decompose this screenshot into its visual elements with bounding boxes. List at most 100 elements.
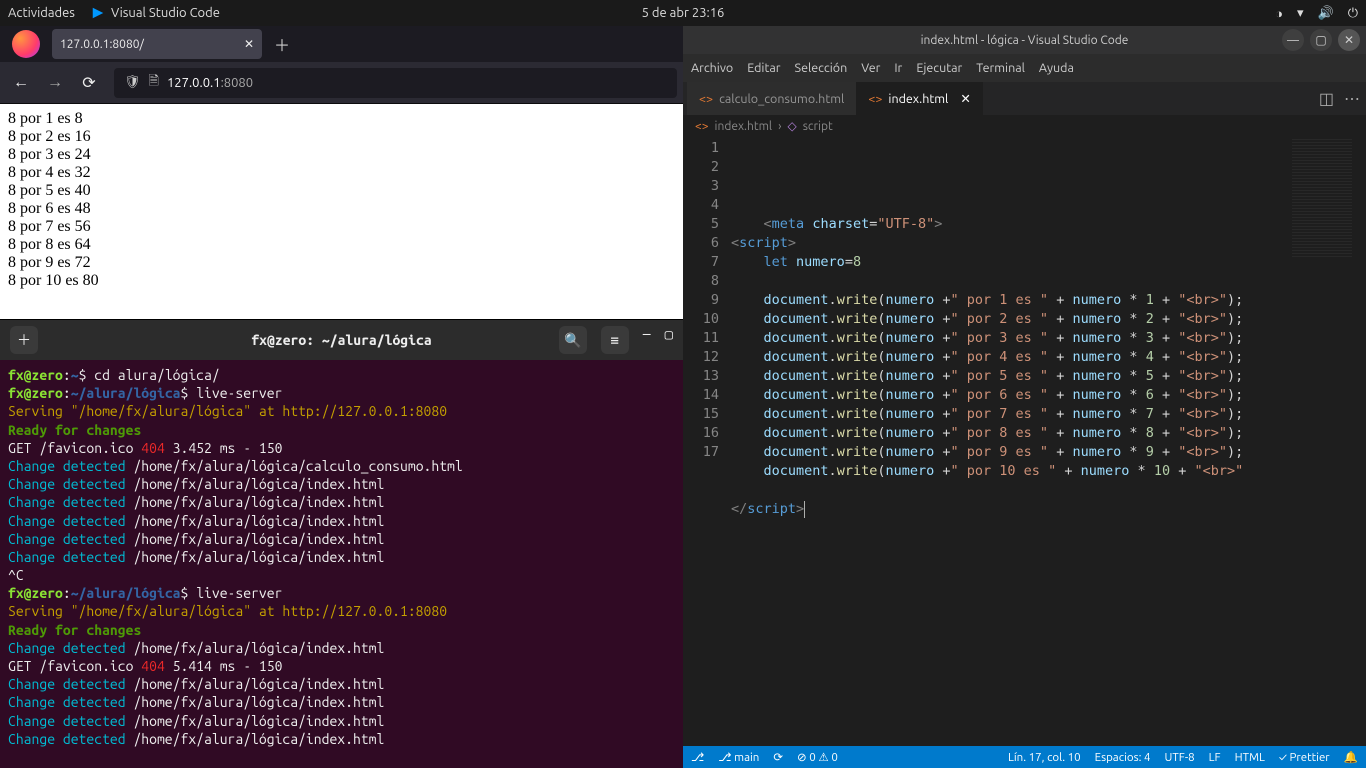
maximize-icon[interactable]: ▢: [665, 326, 673, 354]
clock[interactable]: 5 de abr 23:16: [642, 6, 725, 20]
code-line[interactable]: document.write(numero +" por 4 es " + nu…: [731, 348, 1366, 367]
code-line[interactable]: document.write(numero +" por 7 es " + nu…: [731, 405, 1366, 424]
shield-icon[interactable]: 🛡: [124, 75, 141, 90]
line-gutter: 1234567891011121314151617: [683, 137, 731, 746]
code-line[interactable]: document.write(numero +" por 5 es " + nu…: [731, 367, 1366, 386]
back-button[interactable]: ←: [6, 68, 36, 98]
activities-button[interactable]: Actividades: [8, 6, 75, 20]
code-area[interactable]: <meta charset="UTF-8"><script> let numer…: [731, 137, 1366, 746]
menu-item[interactable]: Ver: [861, 61, 880, 75]
menu-item[interactable]: Editar: [747, 61, 780, 75]
minimap[interactable]: [1292, 137, 1352, 257]
menu-item[interactable]: Archivo: [691, 61, 733, 75]
editor-tab[interactable]: <> index.html ✕: [856, 82, 983, 115]
tab-label: calculo_consumo.html: [719, 92, 844, 106]
terminal-line: fx@zero:~/alura/lógica$ live-server: [8, 384, 675, 402]
firefox-logo-icon[interactable]: [12, 30, 40, 58]
spaces[interactable]: Espacios: 4: [1095, 751, 1151, 764]
terminal-title: fx@zero: ~/alura/lógica: [251, 332, 431, 348]
remote-icon[interactable]: ⎇: [691, 750, 704, 764]
url-bar[interactable]: 🛡 🗎 127.0.0.1:8080: [114, 68, 677, 98]
tab-title: 127.0.0.1:8080/: [60, 38, 144, 51]
close-tab-icon[interactable]: ✕: [960, 91, 970, 106]
more-actions-icon[interactable]: ⋯: [1344, 89, 1360, 108]
brightness-icon[interactable]: ◑: [1275, 6, 1283, 21]
browser-tab[interactable]: 127.0.0.1:8080/ ✕: [52, 29, 262, 59]
terminal-line: Ready for changes: [8, 421, 675, 439]
cursor-position[interactable]: Lín. 17, col. 10: [1008, 751, 1081, 764]
code-line[interactable]: document.write(numero +" por 3 es " + nu…: [731, 329, 1366, 348]
problems[interactable]: ⊘ 0 ⚠ 0: [797, 750, 838, 764]
output-line: 8 por 6 es 48: [8, 200, 675, 218]
chevron-right-icon: ›: [778, 120, 781, 133]
vscode-title-label: index.html - lógica - Visual Studio Code: [921, 34, 1129, 47]
code-line[interactable]: document.write(numero +" por 1 es " + nu…: [731, 291, 1366, 310]
close-button[interactable]: ✕: [1338, 29, 1360, 51]
prettier[interactable]: ✓ Prettier: [1279, 751, 1330, 764]
vscode-menubar: Archivo Editar Selección Ver Ir Ejecutar Termi…: [683, 54, 1366, 82]
terminal-line: fx@zero:~/alura/lógica$ live-server: [8, 584, 675, 602]
new-tab-button[interactable]: ＋: [10, 326, 38, 354]
new-tab-button[interactable]: ＋: [268, 30, 296, 58]
breadcrumb-file[interactable]: index.html: [715, 120, 773, 133]
code-line[interactable]: document.write(numero +" por 2 es " + nu…: [731, 310, 1366, 329]
menu-icon[interactable]: ≡: [601, 326, 629, 354]
power-icon[interactable]: ⏻: [1348, 6, 1358, 21]
symbol-icon: ◇: [787, 119, 796, 133]
terminal-body[interactable]: fx@zero:~$ cd alura/lógica/fx@zero:~/alu…: [0, 360, 683, 754]
forward-button: →: [40, 68, 70, 98]
editor-tab[interactable]: <>calculo_consumo.html: [687, 82, 856, 115]
code-line[interactable]: [731, 481, 1366, 500]
tab-label: index.html: [888, 92, 948, 106]
terminal-line: Change detected /home/fx/alura/lógica/in…: [8, 530, 675, 548]
minimize-button[interactable]: —: [1282, 29, 1304, 51]
terminal-line: Change detected /home/fx/alura/lógica/in…: [8, 730, 675, 748]
notifications-icon[interactable]: 🔔: [1344, 750, 1358, 764]
reload-button[interactable]: ⟳: [74, 68, 104, 98]
sync-icon[interactable]: ⟳: [773, 750, 783, 764]
minimize-icon[interactable]: —: [643, 326, 651, 354]
search-icon[interactable]: 🔍: [559, 326, 587, 354]
encoding[interactable]: UTF-8: [1165, 751, 1195, 764]
site-info-icon[interactable]: 🗎: [149, 72, 159, 94]
code-line[interactable]: </script>: [731, 500, 1366, 519]
menu-item[interactable]: Terminal: [976, 61, 1025, 75]
code-line[interactable]: [731, 196, 1366, 215]
maximize-button[interactable]: ▢: [1310, 29, 1332, 51]
code-line[interactable]: let numero=8: [731, 253, 1366, 272]
terminal-line: Change detected /home/fx/alura/lógica/in…: [8, 639, 675, 657]
split-editor-icon[interactable]: ◫: [1319, 89, 1334, 108]
code-line[interactable]: document.write(numero +" por 8 es " + nu…: [731, 424, 1366, 443]
terminal-line: fx@zero:~$ cd alura/lógica/: [8, 366, 675, 384]
terminal-line: Change detected /home/fx/alura/lógica/in…: [8, 693, 675, 711]
git-branch[interactable]: ⎇ main: [718, 750, 759, 764]
code-editor[interactable]: 1234567891011121314151617 <meta charset=…: [683, 137, 1366, 746]
output-line: 8 por 3 es 24: [8, 146, 675, 164]
eol[interactable]: LF: [1209, 751, 1221, 764]
menu-item[interactable]: Ejecutar: [916, 61, 962, 75]
wifi-icon[interactable]: ▾: [1297, 6, 1304, 21]
app-indicator[interactable]: Visual Studio Code: [91, 6, 220, 20]
url-host: 127.0.0.1: [167, 76, 221, 90]
vscode-titlebar: index.html - lógica - Visual Studio Code…: [683, 26, 1366, 54]
code-line[interactable]: <meta charset="UTF-8">: [731, 215, 1366, 234]
code-line[interactable]: document.write(numero +" por 6 es " + nu…: [731, 386, 1366, 405]
terminal-line: Change detected /home/fx/alura/lógica/in…: [8, 548, 675, 566]
tab-close-icon[interactable]: ✕: [244, 37, 254, 51]
code-line[interactable]: document.write(numero +" por 10 es " + n…: [731, 462, 1366, 481]
terminal-line: Change detected /home/fx/alura/lógica/in…: [8, 493, 675, 511]
menu-item[interactable]: Selección: [795, 61, 848, 75]
code-line[interactable]: document.write(numero +" por 9 es " + nu…: [731, 443, 1366, 462]
menu-item[interactable]: Ir: [894, 61, 902, 75]
terminal-line: Change detected /home/fx/alura/lógica/in…: [8, 475, 675, 493]
terminal-line: Change detected /home/fx/alura/lógica/ca…: [8, 457, 675, 475]
output-line: 8 por 8 es 64: [8, 236, 675, 254]
menu-item[interactable]: Ayuda: [1039, 61, 1074, 75]
code-line[interactable]: [731, 272, 1366, 291]
volume-icon[interactable]: 🔊: [1318, 6, 1334, 21]
language-mode[interactable]: HTML: [1235, 751, 1265, 764]
html-file-icon: <>: [868, 92, 882, 106]
breadcrumb-symbol[interactable]: script: [803, 120, 833, 133]
breadcrumb[interactable]: <> index.html › ◇ script: [683, 115, 1366, 137]
code-line[interactable]: <script>: [731, 234, 1366, 253]
